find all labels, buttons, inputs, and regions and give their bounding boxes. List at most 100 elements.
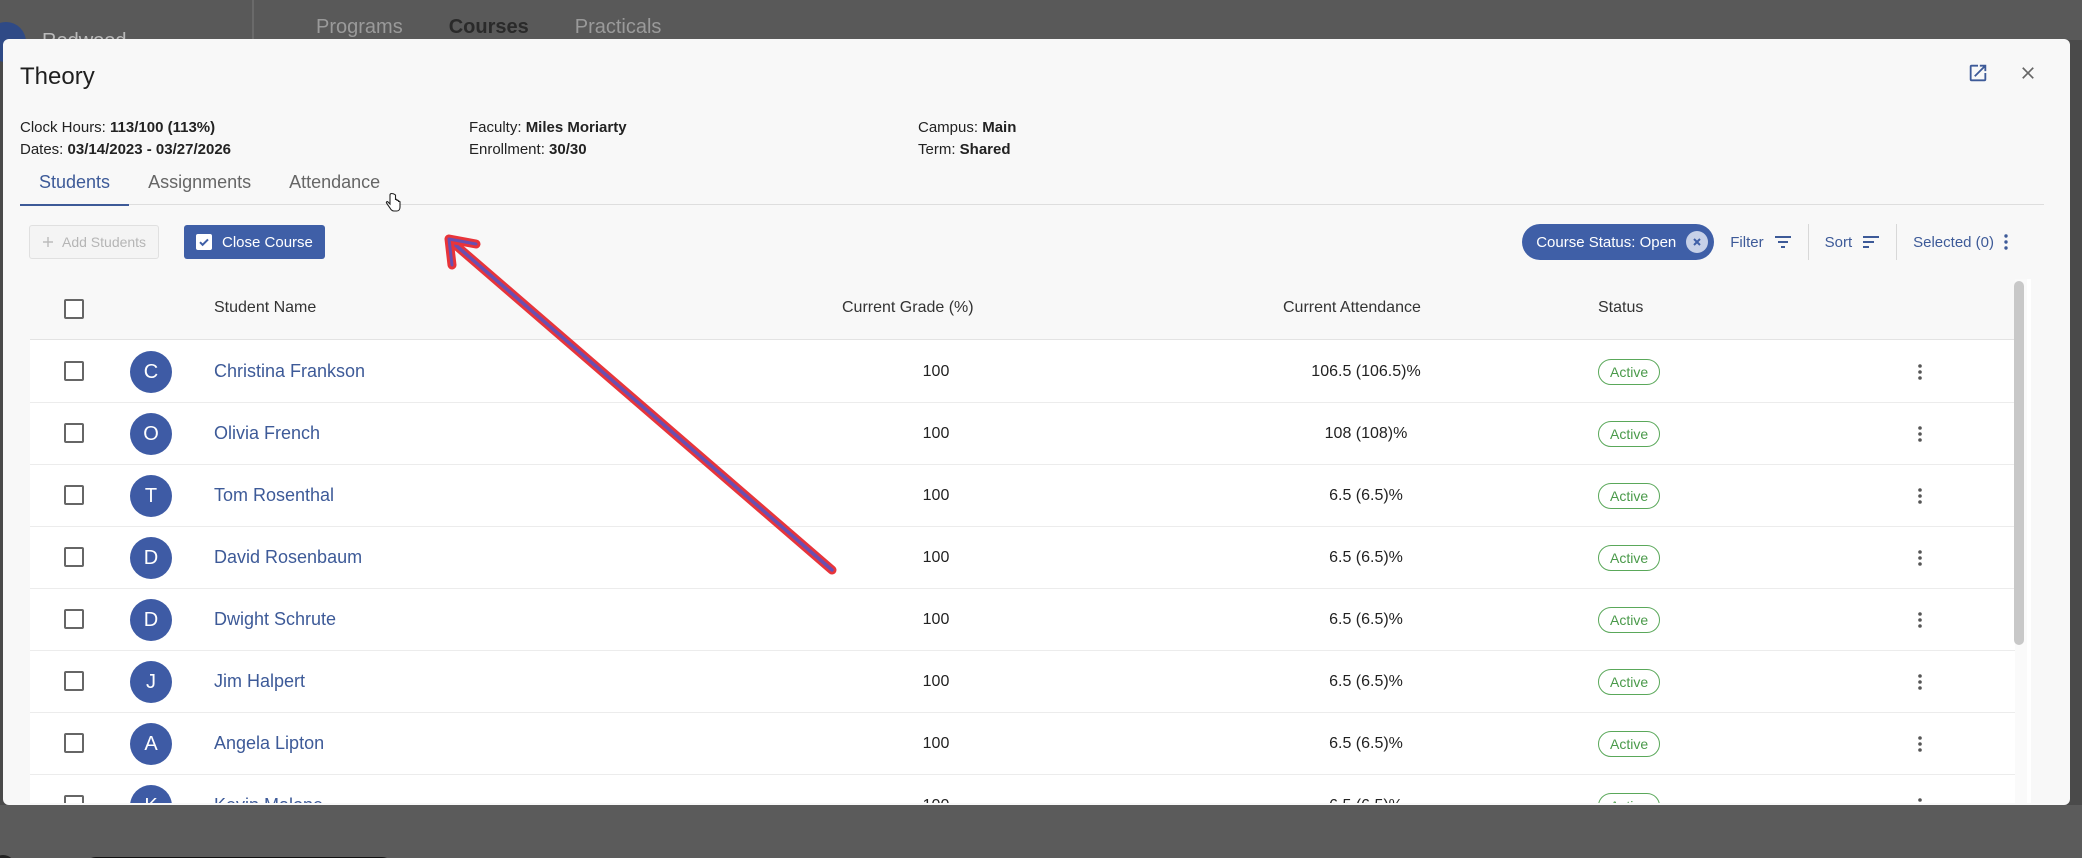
open-in-new-icon[interactable] [1964, 59, 1992, 87]
current-attendance: 6.5 (6.5)% [1329, 487, 1403, 504]
course-status-chip[interactable]: Course Status: Open [1522, 224, 1715, 260]
table-row[interactable]: C Christina Frankson 100 106.5 (106.5)% Acti… [30, 341, 2015, 403]
status-badge: Active [1598, 483, 1661, 509]
header-current-grade[interactable]: Current Grade (%) [842, 299, 974, 317]
background-nav: Programs Courses Practicals [316, 16, 661, 39]
campus-label: Campus: [918, 119, 979, 136]
student-name-link[interactable]: Jim Halpert [214, 671, 305, 692]
row-more-button[interactable] [1910, 359, 1930, 385]
table-row[interactable]: A Angela Lipton 100 6.5 (6.5)% Active [30, 713, 2015, 775]
add-students-button[interactable]: Add Students [29, 225, 160, 259]
status-badge: Active [1598, 607, 1661, 633]
course-modal: Theory Clock Hours: 113/100 (113%) Dates… [3, 39, 2070, 805]
term-label: Term: [918, 141, 956, 158]
current-grade: 100 [922, 673, 950, 690]
students-table: Student Name Current Grade (%) Current A… [30, 279, 2031, 803]
current-grade: 100 [922, 611, 950, 628]
row-more-button[interactable] [1910, 793, 1930, 803]
row-more-button[interactable] [1910, 483, 1930, 509]
status-badge: Active [1598, 421, 1661, 447]
faculty-label: Faculty: [469, 119, 522, 136]
student-name-link[interactable]: Angela Lipton [214, 733, 324, 754]
current-grade: 100 [922, 735, 950, 752]
close-course-button[interactable]: Close Course [184, 225, 325, 259]
tab-attendance[interactable]: Attendance [270, 169, 399, 205]
meta-clock-dates: Clock Hours: 113/100 (113%) Dates: 03/14… [20, 117, 231, 161]
row-checkbox[interactable] [64, 547, 84, 567]
current-attendance: 6.5 (6.5)% [1329, 735, 1403, 752]
tab-students[interactable]: Students [20, 169, 130, 206]
header-status[interactable]: Status [1598, 299, 1643, 317]
table-row[interactable]: T Tom Rosenthal 100 6.5 (6.5)% Active [30, 465, 2015, 527]
campus-value: Main [982, 119, 1017, 136]
table-scrollbar-thumb[interactable] [2014, 281, 2024, 645]
clear-circle-icon[interactable] [1686, 231, 1709, 253]
clock-hours-value: 113/100 (113%) [110, 119, 216, 136]
table-row[interactable]: K Kevin Malone 100 6.5 (6.5)% Active [30, 775, 2015, 803]
avatar: D [130, 599, 172, 641]
more-vertical-icon [2004, 234, 2008, 250]
table-header: Student Name Current Grade (%) Current A… [30, 279, 2015, 340]
filter-button[interactable]: Filter [1714, 223, 1807, 261]
header-student-name[interactable]: Student Name [214, 299, 316, 317]
student-name-link[interactable]: Kevin Malone [214, 795, 323, 803]
modal-title: Theory [20, 63, 95, 90]
student-name-link[interactable]: David Rosenbaum [214, 547, 362, 568]
background-nav-practicals[interactable]: Practicals [575, 16, 662, 39]
current-grade: 100 [922, 549, 950, 566]
close-icon[interactable] [2014, 59, 2042, 87]
row-checkbox[interactable] [64, 795, 84, 803]
status-badge: Active [1598, 359, 1661, 385]
row-more-button[interactable] [1910, 731, 1930, 757]
table-row[interactable]: O Olivia French 100 108 (108)% Active [30, 403, 2015, 465]
row-checkbox[interactable] [64, 733, 84, 753]
status-badge: Active [1598, 669, 1661, 695]
tab-assignments[interactable]: Assignments [129, 169, 270, 205]
checkbox-checked-icon [196, 234, 212, 250]
background-nav-programs[interactable]: Programs [316, 16, 403, 39]
current-attendance: 6.5 (6.5)% [1266, 797, 1466, 803]
close-course-label: Close Course [222, 233, 313, 251]
enrollment-label: Enrollment: [469, 141, 545, 158]
modal-actions [1964, 59, 2042, 87]
more-vertical-icon [1918, 612, 1922, 628]
row-checkbox[interactable] [64, 423, 84, 443]
dates-label: Dates: [20, 141, 64, 158]
more-vertical-icon [1918, 488, 1922, 504]
select-all-checkbox[interactable] [64, 299, 84, 319]
background-nav-courses[interactable]: Courses [449, 16, 529, 39]
selected-menu-button[interactable]: Selected (0) [1897, 223, 2024, 261]
row-more-button[interactable] [1910, 545, 1930, 571]
status-badge: Active [1598, 545, 1661, 571]
avatar: C [130, 351, 172, 393]
current-attendance: 6.5 (6.5)% [1329, 673, 1403, 690]
status-badge: Active [1598, 793, 1661, 803]
plus-icon [43, 237, 53, 247]
filter-icon [1774, 236, 1791, 248]
header-current-attendance[interactable]: Current Attendance [1283, 299, 1421, 317]
current-attendance: 6.5 (6.5)% [1329, 611, 1403, 628]
row-checkbox[interactable] [64, 485, 84, 505]
table-row[interactable]: D David Rosenbaum 100 6.5 (6.5)% Active [30, 527, 2015, 589]
student-name-link[interactable]: Tom Rosenthal [214, 485, 334, 506]
sort-button[interactable]: Sort [1809, 223, 1897, 261]
student-name-link[interactable]: Christina Frankson [214, 361, 365, 382]
row-more-button[interactable] [1910, 669, 1930, 695]
more-vertical-icon [1918, 798, 1922, 802]
student-name-link[interactable]: Dwight Schrute [214, 609, 336, 630]
student-name-link[interactable]: Olivia French [214, 423, 320, 444]
row-checkbox[interactable] [64, 609, 84, 629]
background-divider [252, 0, 254, 40]
row-checkbox[interactable] [64, 361, 84, 381]
row-more-button[interactable] [1910, 421, 1930, 447]
current-grade: 100 [896, 797, 976, 803]
more-vertical-icon [1918, 736, 1922, 752]
term-value: Shared [959, 141, 1011, 158]
table-row[interactable]: D Dwight Schrute 100 6.5 (6.5)% Active [30, 589, 2015, 651]
more-vertical-icon [1918, 550, 1922, 566]
table-row[interactable]: J Jim Halpert 100 6.5 (6.5)% Active [30, 651, 2015, 713]
row-more-button[interactable] [1910, 607, 1930, 633]
clock-hours-label: Clock Hours: [20, 119, 106, 136]
row-checkbox[interactable] [64, 671, 84, 691]
avatar: J [130, 661, 172, 703]
